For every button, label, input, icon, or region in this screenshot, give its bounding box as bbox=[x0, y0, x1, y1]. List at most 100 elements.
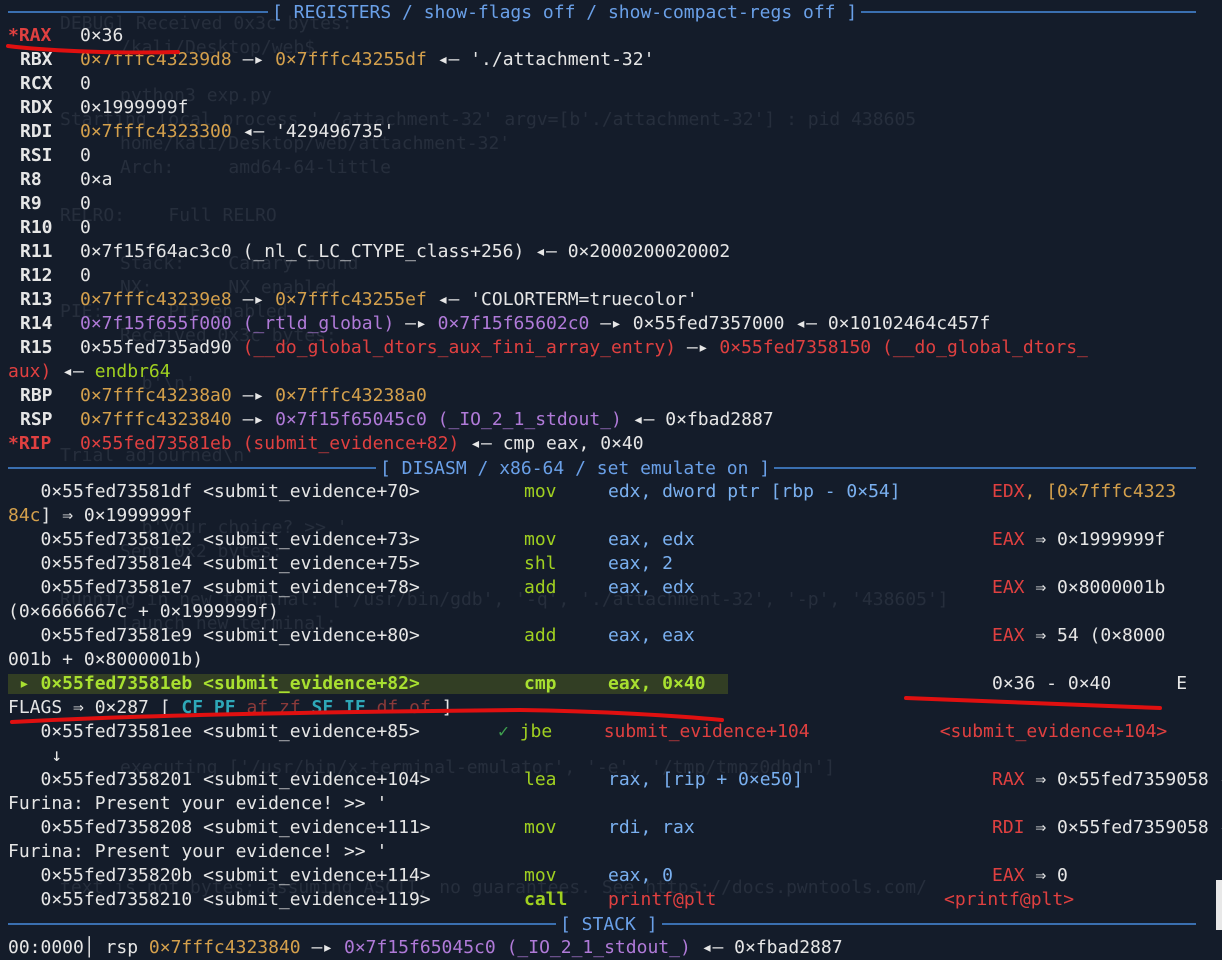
instruction-mnemonic: cmp bbox=[524, 673, 557, 694]
reg-value-part: 0×7f15f65045c0 bbox=[344, 937, 496, 958]
reg-value-part: ◂— bbox=[470, 433, 492, 454]
reg-value-part bbox=[301, 937, 312, 958]
reg-value-part: endbr64 bbox=[94, 361, 171, 382]
annotation-part: 0×36 - 0×40 E bbox=[992, 673, 1188, 694]
reg-value-part: 0×7fffc43238a0 bbox=[275, 385, 427, 406]
instruction-operands: rdi, rax bbox=[608, 817, 695, 838]
instruction-address: 0×55fed7358210 <submit_evidence+119> bbox=[8, 889, 431, 910]
reg-value-part: './attachment-32' bbox=[470, 49, 655, 70]
reg-value-part bbox=[459, 49, 470, 70]
reg-value-part bbox=[691, 937, 702, 958]
reg-value-part: 0×7f15f65045c0 bbox=[275, 409, 427, 430]
register-row: RSI 0 bbox=[8, 144, 91, 168]
wrap-part: Furina: Present your evidence! >> ' bbox=[8, 793, 388, 814]
register-name: R11 bbox=[20, 241, 53, 262]
reg-value-part: 0×7fffc43239e8 bbox=[80, 289, 232, 310]
instruction-annotation: RDI ⇒ 0×55fed7359058 ◂— ' bbox=[992, 817, 1222, 838]
instruction-mnemonic: shl bbox=[524, 553, 557, 574]
annotation-part: ⇒ 0×55fed7359058 ◂— ' bbox=[1035, 817, 1222, 838]
disasm-row: 0×55fed73581ee <submit_evidence+85> ✓ jbe… bbox=[8, 720, 1168, 744]
wrap-part: 84c bbox=[8, 505, 41, 526]
disasm-banner: [ DISASM / x86-64 / set emulate on ] bbox=[8, 456, 1196, 480]
instruction-operands: eax, eax bbox=[608, 625, 695, 646]
disasm-wrap-line: (0×6666667c + 0×1999999f) bbox=[8, 600, 279, 624]
reg-value-part: (_nl_C_LC_CTYPE_class+256) bbox=[242, 241, 525, 262]
reg-value-part: ◂— bbox=[51, 361, 95, 382]
instruction-address: 0×55fed7358201 <submit_evidence+104> bbox=[8, 769, 431, 790]
instruction-address: 0×55fed73581e2 <submit_evidence+73> bbox=[8, 529, 420, 550]
reg-value-part: '429496735' bbox=[275, 121, 395, 142]
wrap-part: 001b + 0×8000001b) bbox=[8, 649, 204, 670]
reg-value-part bbox=[709, 337, 720, 358]
flags-suffix: ] bbox=[430, 697, 453, 718]
register-name: R15 bbox=[20, 337, 53, 358]
instruction-annotation: EAX ⇒ 0 bbox=[992, 865, 1068, 886]
reg-value-part bbox=[817, 313, 828, 334]
reg-value-part: (__do_global_dtors_ bbox=[881, 337, 1088, 358]
disasm-row: ▸ 0×55fed73581eb <submit_evidence+82> cmp… bbox=[8, 672, 1187, 696]
reg-value-part bbox=[871, 337, 882, 358]
reg-value-part: 0×fbad2887 bbox=[734, 937, 843, 958]
register-name: R14 bbox=[20, 313, 53, 334]
register-row: R11 0×7f15f64ac3c0 (_nl_C_LC_CTYPE_class+… bbox=[8, 240, 730, 264]
disasm-row: 0×55fed7358201 <submit_evidence+104> lea r… bbox=[8, 768, 1222, 792]
reg-value-part: rsp bbox=[105, 937, 139, 958]
reg-value-part bbox=[524, 241, 535, 262]
reg-value-part: —▸ bbox=[686, 337, 709, 358]
reg-value-part: 0×a bbox=[80, 169, 113, 190]
instruction-mnemonic: jbe bbox=[519, 721, 553, 742]
reg-value-part: 0×55fed735ad90 bbox=[80, 337, 232, 358]
reg-value-part bbox=[264, 49, 275, 70]
gdb-terminal[interactable]: DEBUG] Received 0x3c bytes:/kali/Desktop… bbox=[0, 0, 1222, 958]
stack-banner: [ STACK ] bbox=[8, 912, 1196, 936]
annotation-part: ⇒ 54 (0×8000 bbox=[1024, 625, 1166, 646]
flag-df: df bbox=[376, 697, 399, 718]
instruction-address: 0×55fed73581e4 <submit_evidence+75> bbox=[8, 553, 420, 574]
ghost-line: RELRO: Full RELRO bbox=[60, 205, 277, 226]
reg-value-part bbox=[264, 409, 275, 430]
annotation-part: ⇒ 0×55fed7359058 ◂— ' bbox=[1035, 769, 1222, 790]
register-row: R8 0×a bbox=[8, 168, 113, 192]
register-row: *RIP 0×55fed73581eb (submit_evidence+82) … bbox=[8, 432, 644, 456]
register-name: RSI bbox=[20, 145, 53, 166]
instruction-operands: eax, edx bbox=[608, 577, 695, 598]
flag-sep bbox=[333, 697, 344, 718]
ghost-line: Arch: amd64-64-little bbox=[120, 157, 391, 178]
disasm-banner-title: [ DISASM / x86-64 / set emulate on ] bbox=[380, 457, 771, 479]
register-name: R12 bbox=[20, 265, 53, 286]
reg-value-part: —▸ bbox=[311, 937, 334, 958]
reg-value-part: 0×10102464c457f bbox=[827, 313, 991, 334]
instruction-operands: rax, [rip + 0×e50] bbox=[608, 769, 804, 790]
stack-row: 00:0000│ rsp 0×7fffc4323840 —▸ 0×7f15f65… bbox=[8, 936, 843, 960]
disasm-wrap-line: 84c] ⇒ 0×1999999f bbox=[8, 504, 192, 528]
annotation-part: RAX bbox=[992, 769, 1025, 790]
reg-value-part: ◂— bbox=[437, 289, 460, 310]
disasm-row: 0×55fed73581e7 <submit_evidence+78> add ea… bbox=[8, 576, 1166, 600]
down-arrow-icon: ↓ bbox=[8, 745, 63, 766]
reg-value-part bbox=[264, 385, 275, 406]
scrollbar[interactable] bbox=[1216, 880, 1222, 930]
reg-value-part bbox=[232, 433, 243, 454]
reg-value-part: 0×7f15f655f000 bbox=[80, 313, 232, 334]
wrap-part: (0×6666667c + 0×1999999f) bbox=[8, 601, 279, 622]
reg-value-part: 'COLORTERM=truecolor' bbox=[470, 289, 698, 310]
disasm-wrap-line: 001b + 0×8000001b) bbox=[8, 648, 203, 672]
reg-value-part: 0×7fffc4323840 bbox=[80, 409, 232, 430]
reg-value-part: cmp bbox=[502, 433, 536, 454]
reg-value-part bbox=[622, 409, 633, 430]
reg-value-part bbox=[654, 409, 665, 430]
reg-value-part: —▸ bbox=[242, 385, 265, 406]
register-row: RCX 0 bbox=[8, 72, 91, 96]
reg-value-part: —▸ bbox=[242, 409, 265, 430]
annotation-part: RDI bbox=[992, 817, 1025, 838]
register-row: R13 0×7fffc43239e8 —▸ 0×7fffc43255ef ◂— '… bbox=[8, 288, 698, 312]
annotation-part: <submit_evidence+104> bbox=[939, 721, 1168, 742]
reg-value-part: 0×36 bbox=[80, 25, 124, 46]
reg-value-part bbox=[459, 433, 470, 454]
register-name: RBP bbox=[20, 385, 53, 406]
disasm-row: 0×55fed73581e4 <submit_evidence+75> shl ea… bbox=[8, 552, 992, 576]
reg-value-part bbox=[535, 433, 546, 454]
disasm-wrap-line: Furina: Present your evidence! >> ' bbox=[8, 840, 387, 864]
annotation-part: EAX bbox=[992, 865, 1025, 886]
reg-value-part: 0×7f15f65602c0 bbox=[437, 313, 590, 334]
